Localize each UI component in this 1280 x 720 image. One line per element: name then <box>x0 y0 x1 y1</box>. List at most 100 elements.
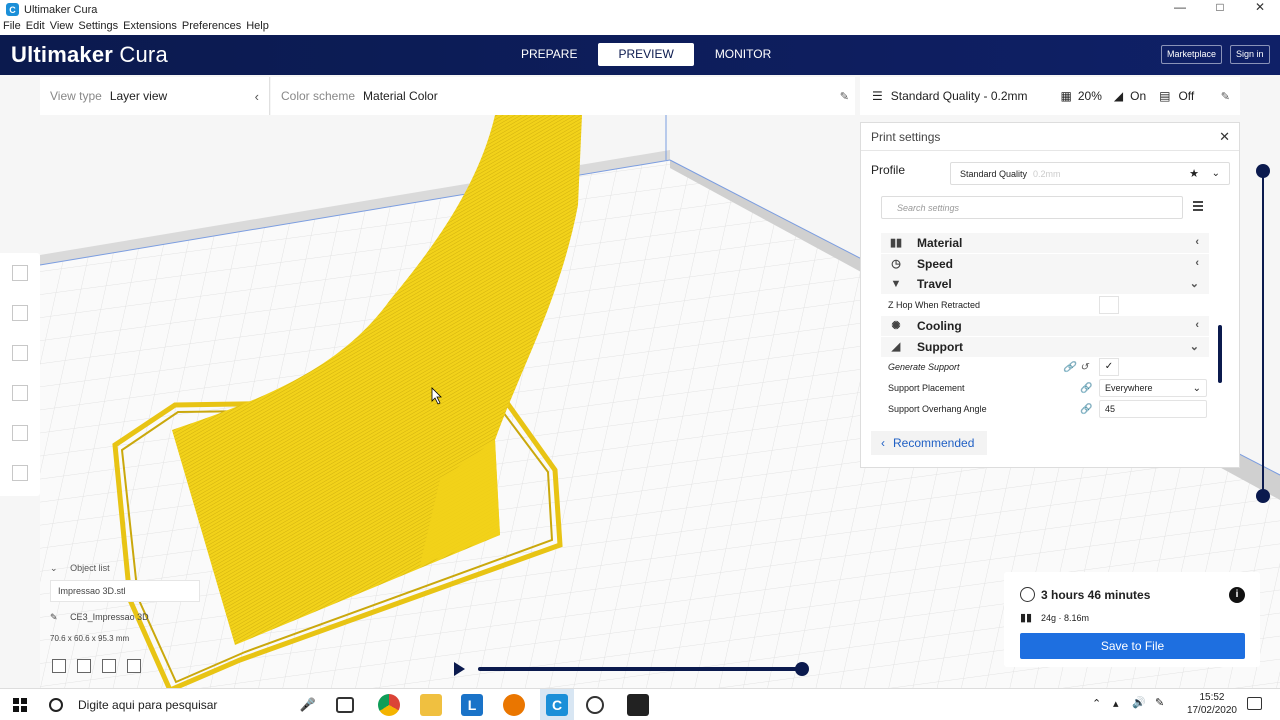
recommended-label: Recommended <box>893 436 975 450</box>
chevron-left-icon: ‹ <box>1195 319 1199 331</box>
volume-icon[interactable]: 🔊 <box>1132 696 1146 709</box>
task-view-icon[interactable] <box>336 697 354 713</box>
pencil-icon[interactable]: ✎ <box>840 90 849 103</box>
menu-preferences[interactable]: Preferences <box>181 19 242 35</box>
support-icon: ◢ <box>1113 89 1124 103</box>
color-scheme-bar[interactable]: Color scheme Material Color ✎ <box>271 77 855 115</box>
category-cooling-label: Cooling <box>917 319 962 333</box>
profile-icon: ☰ <box>872 89 883 103</box>
view-type-label: View type <box>50 89 102 103</box>
generate-support-label: Generate Support <box>888 362 960 372</box>
support-placement-select[interactable]: Everywhere ⌄ <box>1099 379 1207 397</box>
cura-app-icon: C <box>6 3 19 16</box>
object-name[interactable]: ✎ CE3_Impressao 3D <box>50 612 149 623</box>
close-icon[interactable]: ✕ <box>1219 129 1230 145</box>
tab-prepare[interactable]: PREPARE <box>500 43 598 66</box>
object-list-item[interactable]: Impressao 3D.stl <box>50 580 200 602</box>
rotate-tool-icon[interactable] <box>0 333 40 373</box>
file-explorer-icon[interactable] <box>420 694 442 716</box>
menu-view[interactable]: View <box>49 19 75 35</box>
adhesion-value: Off <box>1178 89 1195 103</box>
windows-start-icon[interactable] <box>13 698 27 712</box>
chevron-down-icon[interactable]: ⌄ <box>1212 168 1220 179</box>
chrome-icon[interactable] <box>378 694 400 716</box>
category-support-label: Support <box>917 340 963 354</box>
support-blocker-icon[interactable] <box>0 453 40 493</box>
print-settings-header: Print settings ✕ <box>861 123 1239 151</box>
obs-icon[interactable] <box>586 696 604 714</box>
photos-icon[interactable] <box>627 694 649 716</box>
reset-icon[interactable]: ↺ <box>1080 362 1088 373</box>
per-model-settings-icon[interactable] <box>0 413 40 453</box>
recommended-button[interactable]: ‹ Recommended <box>871 431 987 455</box>
category-cooling[interactable]: ✺ Cooling ‹ <box>881 316 1209 336</box>
chevron-left-icon: ‹ <box>1195 257 1199 269</box>
3d-view-icon[interactable] <box>52 659 66 673</box>
close-window-icon[interactable]: ✕ <box>1240 0 1280 19</box>
category-material[interactable]: ▮▮ Material ‹ <box>881 233 1209 253</box>
support-overhang-input[interactable]: 45 <box>1099 400 1207 418</box>
taskbar-date: 17/02/2020 <box>1186 705 1237 716</box>
print-setup-summary[interactable]: ☰ Standard Quality - 0.2mm ▦ 20% ◢ On ▤ … <box>860 77 1240 115</box>
move-tool-icon[interactable] <box>0 253 40 293</box>
microphone-icon[interactable]: 🎤 <box>300 697 316 713</box>
play-icon[interactable] <box>454 662 465 676</box>
simulation-slider[interactable] <box>478 667 804 671</box>
top-view-icon[interactable] <box>102 659 116 673</box>
menu-settings[interactable]: Settings <box>77 19 119 35</box>
profile-select[interactable]: Standard Quality 0.2mm ★ ⌄ <box>950 162 1230 185</box>
color-scheme-value[interactable]: Material Color <box>363 89 438 103</box>
z-hop-checkbox[interactable] <box>1099 296 1119 314</box>
support-placement-value: Everywhere <box>1105 383 1153 393</box>
menu-extensions[interactable]: Extensions <box>122 19 178 35</box>
edit-settings-icon[interactable]: ✎ <box>1221 90 1230 103</box>
category-speed[interactable]: ◷ Speed ‹ <box>881 254 1209 274</box>
mirror-tool-icon[interactable] <box>0 373 40 413</box>
category-support[interactable]: ◢ Support ⌄ <box>881 337 1209 357</box>
cura-icon[interactable]: C <box>546 694 568 716</box>
info-icon[interactable]: i <box>1229 587 1245 603</box>
front-view-icon[interactable] <box>77 659 91 673</box>
chevron-up-icon[interactable]: ⌃ <box>1092 697 1101 710</box>
menu-edit[interactable]: Edit <box>25 19 46 35</box>
taskbar-time: 15:52 <box>1199 692 1225 703</box>
blender-icon[interactable] <box>503 694 525 716</box>
category-speed-label: Speed <box>917 257 954 271</box>
view-type-value[interactable]: Layer view <box>110 89 167 103</box>
generate-support-checkbox[interactable]: ✓ <box>1099 358 1119 376</box>
chevron-down-icon: ⌄ <box>1189 278 1199 290</box>
layer-slider-top-handle[interactable] <box>1256 164 1270 178</box>
layer-slider[interactable] <box>1256 164 1270 503</box>
sign-in-button[interactable]: Sign in <box>1230 45 1270 64</box>
object-list-label: Object list <box>70 563 110 573</box>
search-settings-input[interactable]: Search settings <box>881 196 1183 219</box>
object-list-toggle[interactable]: ⌄ Object list <box>50 563 110 574</box>
minimize-icon[interactable]: — <box>1160 0 1200 19</box>
notification-icon[interactable] <box>1247 697 1262 710</box>
menu-help[interactable]: Help <box>245 19 270 35</box>
marketplace-button[interactable]: Marketplace <box>1161 45 1223 64</box>
menu-file[interactable]: File <box>2 19 22 35</box>
l-app-icon[interactable]: L <box>461 694 483 716</box>
window-controls: — □ ✕ <box>1160 0 1280 19</box>
star-icon[interactable]: ★ <box>1189 167 1199 180</box>
layer-slider-bottom-handle[interactable] <box>1256 489 1270 503</box>
left-view-icon[interactable] <box>127 659 141 673</box>
save-to-file-button[interactable]: Save to File <box>1020 633 1245 659</box>
maximize-icon[interactable]: □ <box>1200 0 1240 19</box>
chevron-left-icon[interactable]: ‹ <box>255 89 259 104</box>
scale-tool-icon[interactable] <box>0 293 40 333</box>
settings-menu-icon[interactable] <box>1193 201 1203 213</box>
print-settings-title: Print settings <box>871 129 941 144</box>
taskbar-clock[interactable]: 15:52 17/02/2020 <box>1187 691 1237 717</box>
taskbar-search[interactable]: Digite aqui para pesquisar 🎤 <box>40 689 326 720</box>
simulation-slider-handle[interactable] <box>795 662 809 676</box>
infill-value: 20% <box>1077 89 1102 103</box>
settings-scrollbar[interactable] <box>1218 325 1222 383</box>
category-travel[interactable]: ▼ Travel ⌄ <box>881 274 1209 294</box>
view-type-bar[interactable]: View type Layer view ‹ <box>40 77 270 115</box>
network-icon[interactable]: ▴ <box>1113 697 1119 710</box>
tab-monitor[interactable]: MONITOR <box>694 43 792 66</box>
pen-icon[interactable]: ✎ <box>1155 696 1164 709</box>
tab-preview[interactable]: PREVIEW <box>598 43 694 66</box>
